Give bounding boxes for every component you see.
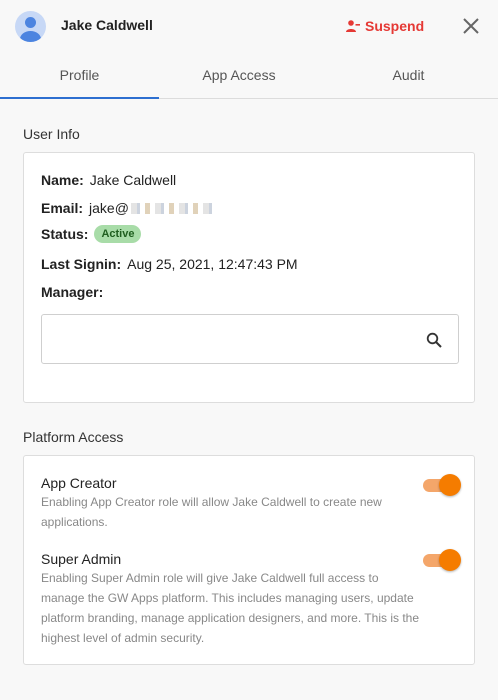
- user-info-title: User Info: [23, 126, 80, 142]
- manager-search: [41, 314, 459, 364]
- name-row: Name: Jake Caldwell: [41, 172, 176, 188]
- tab-app-access[interactable]: App Access: [159, 52, 319, 98]
- toggle-thumb: [439, 474, 461, 496]
- last-signin-label: Last Signin:: [41, 256, 122, 272]
- name-label: Name:: [41, 172, 84, 188]
- email-row: Email: jake@: [41, 200, 213, 216]
- tab-profile[interactable]: Profile: [0, 52, 159, 99]
- email-redacted: [130, 202, 213, 214]
- last-signin-row: Last Signin: Aug 25, 2021, 12:47:43 PM: [41, 256, 298, 272]
- platform-access-title: Platform Access: [23, 429, 124, 445]
- header-user-name: Jake Caldwell: [61, 17, 153, 33]
- app-creator-toggle[interactable]: [423, 474, 461, 496]
- tab-bar: Profile App Access Audit: [0, 52, 498, 99]
- name-value: Jake Caldwell: [89, 172, 177, 188]
- tab-audit[interactable]: Audit: [319, 52, 498, 98]
- last-signin-value: Aug 25, 2021, 12:47:43 PM: [127, 256, 298, 272]
- status-badge: Active: [94, 225, 142, 243]
- super-admin-description: Enabling Super Admin role will give Jake…: [41, 571, 419, 645]
- status-row: Status: Active: [41, 225, 142, 243]
- manager-label: Manager:: [41, 284, 104, 300]
- email-label: Email:: [41, 200, 84, 216]
- platform-access-card: App Creator Enabling App Creator role wi…: [23, 455, 475, 665]
- super-admin-title: Super Admin: [41, 551, 122, 567]
- person-remove-icon: [346, 20, 360, 32]
- super-admin-toggle[interactable]: [423, 549, 461, 571]
- app-creator-title: App Creator: [41, 475, 117, 491]
- close-icon[interactable]: [461, 16, 481, 36]
- user-info-card: Name: Jake Caldwell Email: jake@ Status:…: [23, 152, 475, 403]
- toggle-thumb: [439, 549, 461, 571]
- manager-row: Manager:: [41, 284, 109, 300]
- status-label: Status:: [41, 226, 89, 242]
- email-value: jake@: [89, 200, 129, 216]
- app-creator-description: Enabling App Creator role will allow Jak…: [41, 495, 382, 529]
- suspend-label: Suspend: [365, 18, 425, 34]
- manager-search-input[interactable]: [42, 315, 402, 363]
- drawer-header: Jake Caldwell Suspend: [0, 0, 498, 52]
- suspend-button[interactable]: Suspend: [346, 17, 424, 35]
- search-icon[interactable]: [426, 332, 442, 348]
- avatar-icon: [15, 11, 46, 42]
